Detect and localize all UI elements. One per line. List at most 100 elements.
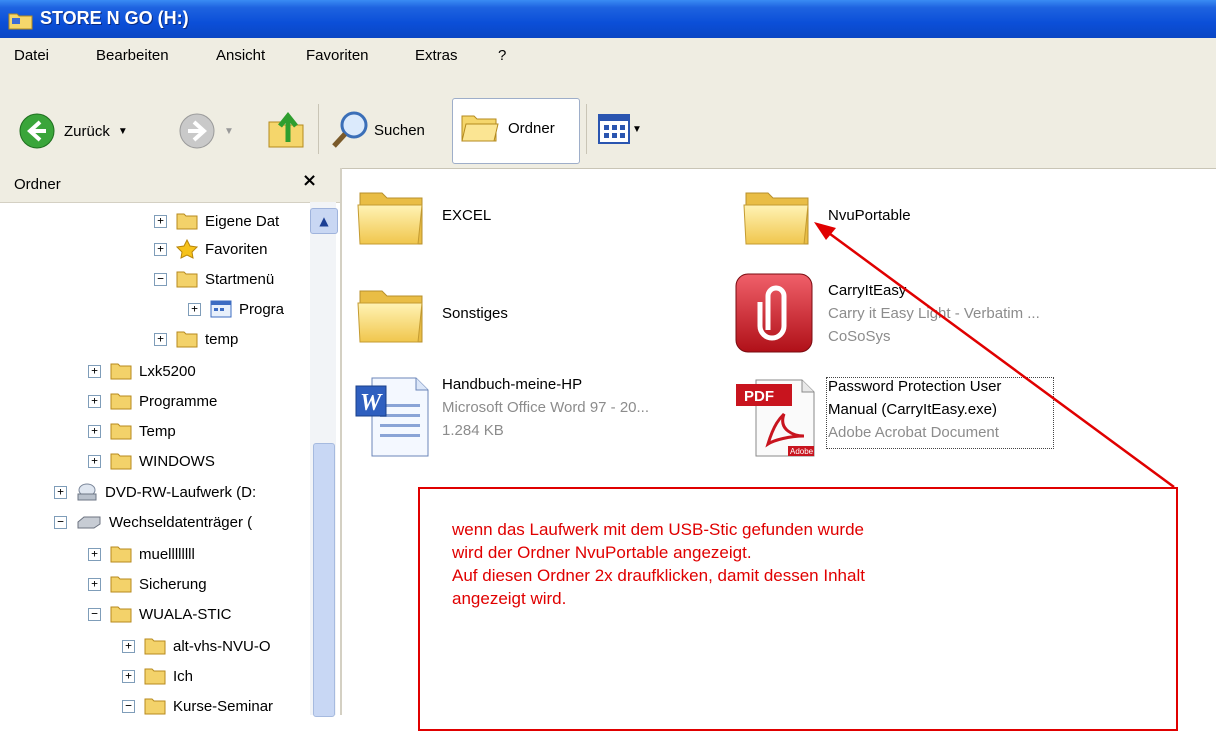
- folders-button-content[interactable]: Ordner: [460, 110, 555, 146]
- expand-toggle[interactable]: +: [154, 332, 167, 346]
- annotation-line: Auf diesen Ordner 2x draufklicken, damit…: [452, 566, 865, 585]
- folder-icon: [176, 213, 198, 230]
- pdf-type: Adobe Acrobat Document: [828, 424, 999, 441]
- pdf-badge-text: PDF: [744, 388, 774, 405]
- folder-icon: [357, 192, 423, 245]
- forward-dropdown-icon[interactable]: ▼: [224, 126, 234, 137]
- folder-icon: [743, 192, 809, 245]
- word-document-icon: W: [355, 377, 429, 457]
- folder-icon: [144, 668, 166, 685]
- up-folder-button[interactable]: [266, 108, 306, 150]
- search-button[interactable]: Suchen: [330, 110, 425, 150]
- views-dropdown-icon[interactable]: ▼: [632, 124, 642, 135]
- pdf-document-icon: PDF Adobe: [736, 379, 815, 457]
- paperclip-app-icon: [735, 273, 813, 353]
- star-icon: [176, 239, 198, 259]
- tree-item[interactable]: − WUALA-STIC: [88, 600, 232, 628]
- folders-pane-title: Ordner: [14, 176, 61, 193]
- folders-pane: Ordner × + Eigene Dat + Favoriten − Star…: [0, 168, 342, 717]
- expand-toggle[interactable]: +: [154, 214, 167, 228]
- tree-item[interactable]: + Sicherung: [88, 570, 207, 598]
- removable-drive-icon: [77, 516, 101, 529]
- up-folder-icon: [268, 111, 304, 148]
- menu-datei[interactable]: Datei: [14, 47, 49, 64]
- collapse-toggle[interactable]: −: [88, 607, 101, 621]
- expand-toggle[interactable]: +: [54, 485, 67, 499]
- search-icon: [332, 111, 368, 148]
- folders-pane-header: Ordner ×: [0, 168, 340, 203]
- folder-icon: [110, 576, 132, 593]
- menu-help[interactable]: ?: [498, 47, 506, 64]
- annotation-line: wird der Ordner NvuPortable angezeigt.: [452, 543, 752, 562]
- scroll-thumb[interactable]: [313, 443, 335, 717]
- expand-toggle[interactable]: +: [88, 394, 101, 408]
- expand-toggle[interactable]: +: [88, 454, 101, 468]
- annotation-line: angezeigt wird.: [452, 589, 567, 608]
- back-dropdown-icon[interactable]: ▼: [118, 126, 128, 137]
- menu-bar: Datei Bearbeiten Ansicht Favoriten Extra…: [0, 47, 1216, 93]
- folder-icon: [357, 290, 423, 343]
- tree-item[interactable]: + muellllllll: [88, 540, 195, 568]
- folder-icon: [110, 423, 132, 440]
- folder-icon: [176, 271, 198, 288]
- tree-item[interactable]: + DVD-RW-Laufwerk (D:: [54, 478, 256, 506]
- collapse-toggle[interactable]: −: [54, 515, 67, 529]
- tree-item[interactable]: + Ich: [122, 662, 193, 690]
- pdf-name-line1: Password Protection User: [828, 378, 1002, 395]
- svg-text:W: W: [360, 390, 383, 416]
- dvd-drive-icon: [77, 483, 97, 501]
- folder-icon: [144, 698, 166, 715]
- expand-toggle[interactable]: +: [188, 302, 201, 316]
- folder-icon: [110, 453, 132, 470]
- forward-button[interactable]: ▼: [178, 112, 234, 150]
- forward-arrow-icon: [179, 113, 215, 149]
- expand-toggle[interactable]: +: [88, 364, 101, 378]
- tree-item[interactable]: − Kurse-Seminar: [122, 692, 273, 715]
- expand-toggle[interactable]: +: [88, 577, 101, 591]
- tree-item[interactable]: − Startmenü: [154, 265, 274, 293]
- toolbar: Zurück ▼ ▼ Suchen Ordner ▼: [0, 92, 1216, 169]
- scroll-up-button[interactable]: ▲: [310, 208, 338, 234]
- tree-item[interactable]: + Favoriten: [154, 235, 268, 263]
- expand-toggle[interactable]: +: [122, 639, 135, 653]
- tree-item[interactable]: + Programme: [88, 387, 217, 415]
- folder-icon: [110, 363, 132, 380]
- annotation-text: wenn das Laufwerk mit dem USB-Stic gefun…: [452, 518, 865, 610]
- tree-item[interactable]: − Wechseldatenträger (: [54, 508, 252, 536]
- views-button[interactable]: ▼: [598, 114, 642, 144]
- tree-item[interactable]: + temp: [154, 325, 238, 353]
- tree-item[interactable]: + Progra: [188, 295, 284, 323]
- tree-item[interactable]: + Lxk5200: [88, 357, 196, 385]
- folder-icon: [110, 546, 132, 563]
- folder-icon: [144, 638, 166, 655]
- folder-icon: [110, 606, 132, 623]
- folder-tree: + Eigene Dat + Favoriten − Startmenü + P…: [0, 202, 308, 715]
- close-icon[interactable]: ×: [302, 170, 317, 191]
- title-bar: STORE N GO (H:): [0, 0, 1216, 38]
- folder-icon: [8, 10, 34, 34]
- menu-bearbeiten[interactable]: Bearbeiten: [96, 47, 169, 64]
- back-button[interactable]: Zurück ▼: [18, 112, 128, 150]
- menu-extras[interactable]: Extras: [415, 47, 458, 64]
- annotation-line: wenn das Laufwerk mit dem USB-Stic gefun…: [452, 520, 864, 539]
- folder-tree-icon: [461, 115, 499, 142]
- tree-item[interactable]: + WINDOWS: [88, 447, 215, 475]
- window-title: STORE N GO (H:): [40, 8, 189, 28]
- program-group-icon: [210, 300, 232, 318]
- expand-toggle[interactable]: +: [88, 424, 101, 438]
- expand-toggle[interactable]: +: [122, 669, 135, 683]
- views-icon: [598, 114, 630, 144]
- menu-ansicht[interactable]: Ansicht: [216, 47, 265, 64]
- collapse-toggle[interactable]: −: [154, 272, 167, 286]
- pdf-name-line2: Manual (CarryItEasy.exe): [828, 401, 997, 418]
- expand-toggle[interactable]: +: [88, 547, 101, 561]
- back-arrow-icon: [19, 113, 55, 149]
- collapse-toggle[interactable]: −: [122, 699, 135, 713]
- folder-icon: [110, 393, 132, 410]
- menu-favoriten[interactable]: Favoriten: [306, 47, 369, 64]
- folder-icon: [176, 331, 198, 348]
- tree-item[interactable]: + Temp: [88, 417, 176, 445]
- expand-toggle[interactable]: +: [154, 242, 167, 256]
- tree-item[interactable]: + Eigene Dat: [154, 207, 279, 235]
- tree-item[interactable]: + alt-vhs-NVU-O: [122, 632, 271, 660]
